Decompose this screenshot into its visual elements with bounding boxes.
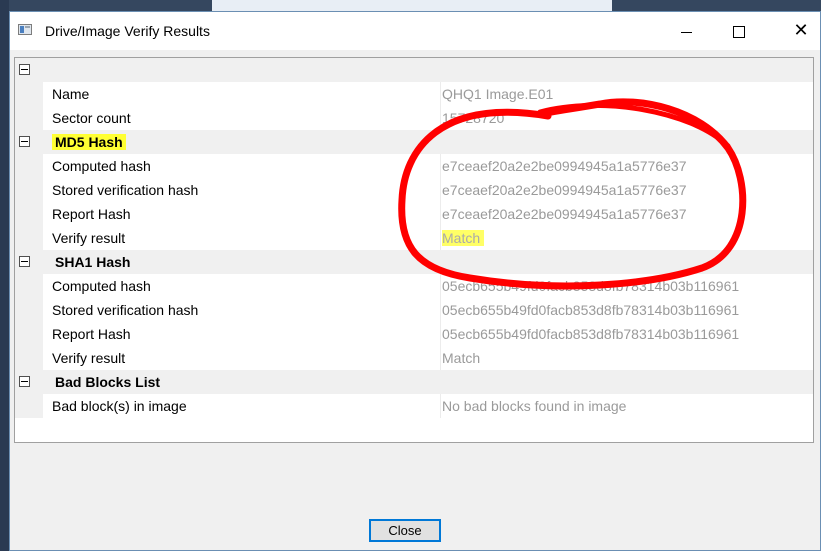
- row-gutter: [15, 298, 43, 322]
- maximize-button[interactable]: [716, 12, 762, 50]
- row-gutter: [15, 82, 43, 106]
- column-divider: [440, 202, 441, 226]
- property-name: Stored verification hash: [52, 182, 199, 198]
- minimize-button[interactable]: [664, 12, 710, 50]
- root-category-row[interactable]: [15, 58, 813, 82]
- verify-result-value: Match: [442, 230, 485, 246]
- verify-results-dialog: Drive/Image Verify Results ✕ Name QHQ1 I…: [9, 11, 821, 551]
- property-row-name[interactable]: Name QHQ1 Image.E01: [15, 82, 813, 106]
- collapse-icon[interactable]: [19, 376, 30, 387]
- property-name: Computed hash: [52, 158, 151, 174]
- md5-row-verify[interactable]: Verify result Match: [15, 226, 813, 250]
- property-name: Computed hash: [52, 278, 151, 294]
- column-divider: [440, 346, 441, 370]
- column-divider: [440, 322, 441, 346]
- title-bar[interactable]: Drive/Image Verify Results ✕: [10, 12, 820, 50]
- property-value: 05ecb655b49fd0facb853d8fb78314b03b116961: [442, 302, 740, 318]
- close-window-button[interactable]: ✕: [778, 12, 821, 50]
- property-value: 05ecb655b49fd0facb853d8fb78314b03b116961: [442, 326, 740, 342]
- md5-row-report[interactable]: Report Hash e7ceaef20a2e2be0994945a1a577…: [15, 202, 813, 226]
- column-divider: [440, 82, 441, 106]
- collapse-icon[interactable]: [19, 256, 30, 267]
- property-value: QHQ1 Image.E01: [442, 86, 554, 102]
- sha1-row-verify[interactable]: Verify result Match: [15, 346, 813, 370]
- property-name: Name: [52, 86, 90, 102]
- property-name: Report Hash: [52, 206, 131, 222]
- collapse-icon[interactable]: [19, 64, 30, 75]
- row-gutter: [15, 226, 43, 250]
- row-gutter: [15, 154, 43, 178]
- property-name: Verify result: [52, 230, 126, 246]
- row-gutter: [15, 106, 43, 130]
- sha1-category-label: SHA1 Hash: [55, 254, 131, 270]
- sha1-category-row[interactable]: SHA1 Hash: [15, 250, 813, 274]
- column-divider: [440, 394, 441, 418]
- md5-row-stored[interactable]: Stored verification hash e7ceaef20a2e2be…: [15, 178, 813, 202]
- bad-blocks-row[interactable]: Bad block(s) in image No bad blocks foun…: [15, 394, 813, 418]
- property-name: Bad block(s) in image: [52, 398, 187, 414]
- sha1-row-report[interactable]: Report Hash 05ecb655b49fd0facb853d8fb783…: [15, 322, 813, 346]
- property-value: No bad blocks found in image: [442, 398, 627, 414]
- property-value: e7ceaef20a2e2be0994945a1a5776e37: [442, 182, 687, 198]
- row-gutter: [15, 322, 43, 346]
- property-name: Stored verification hash: [52, 302, 199, 318]
- bad-blocks-category-label: Bad Blocks List: [55, 374, 161, 390]
- close-button[interactable]: Close: [369, 519, 441, 542]
- collapse-icon[interactable]: [19, 136, 30, 147]
- property-value: 05ecb655b49fd0facb853d8fb78314b03b116961: [442, 278, 740, 294]
- md5-category-label: MD5 Hash: [52, 134, 126, 150]
- property-value: Match: [442, 350, 481, 366]
- column-divider: [440, 106, 441, 130]
- row-gutter: [15, 202, 43, 226]
- window-title: Drive/Image Verify Results: [45, 23, 210, 39]
- sha1-row-computed[interactable]: Computed hash 05ecb655b49fd0facb853d8fb7…: [15, 274, 813, 298]
- property-row-sector-count[interactable]: Sector count 15728720: [15, 106, 813, 130]
- column-divider: [440, 274, 441, 298]
- bad-blocks-category-row[interactable]: Bad Blocks List: [15, 370, 813, 394]
- property-value: e7ceaef20a2e2be0994945a1a5776e37: [442, 206, 687, 222]
- property-name: Verify result: [52, 350, 126, 366]
- sha1-row-stored[interactable]: Stored verification hash 05ecb655b49fd0f…: [15, 298, 813, 322]
- row-gutter: [15, 274, 43, 298]
- property-value: e7ceaef20a2e2be0994945a1a5776e37: [442, 158, 687, 174]
- row-gutter: [15, 178, 43, 202]
- property-grid[interactable]: Name QHQ1 Image.E01 Sector count 1572872…: [14, 57, 814, 443]
- app-window-icon[interactable]: [18, 24, 32, 35]
- desktop-left-strip: [0, 0, 9, 551]
- md5-category-row[interactable]: MD5 Hash: [15, 130, 813, 154]
- column-divider: [440, 178, 441, 202]
- property-name: Report Hash: [52, 326, 131, 342]
- column-divider: [440, 226, 441, 250]
- row-gutter: [15, 394, 43, 418]
- property-name: Sector count: [52, 110, 131, 126]
- property-value: 15728720: [442, 110, 505, 126]
- column-divider: [440, 298, 441, 322]
- row-gutter: [15, 346, 43, 370]
- md5-row-computed[interactable]: Computed hash e7ceaef20a2e2be0994945a1a5…: [15, 154, 813, 178]
- column-divider: [440, 154, 441, 178]
